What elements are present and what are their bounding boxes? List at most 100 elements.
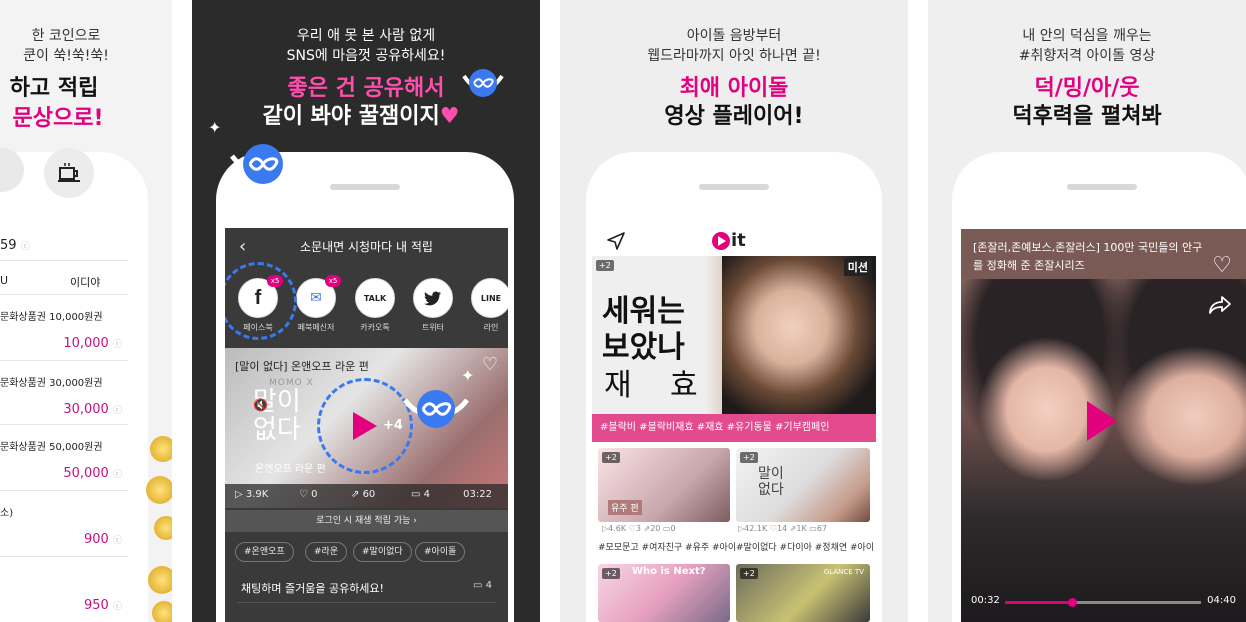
sparkle-icon: ✦: [208, 118, 222, 137]
share-count[interactable]: ⇗ 60: [351, 489, 375, 500]
time-total: 04:40: [1207, 595, 1236, 606]
time-current: 00:32: [971, 595, 1000, 606]
caption-line1: 우리 애 못 본 사람 없게: [296, 28, 436, 44]
like-icon[interactable]: ♡: [482, 354, 498, 375]
video-thumbnail[interactable]: +2 말이 없다: [736, 448, 870, 522]
caption-line2: #취향저격 아이돌 영상: [1018, 48, 1156, 64]
hashtag-chip[interactable]: #말이없다: [353, 542, 412, 562]
gift-item-amount[interactable]: 50,000 ⓒ: [63, 466, 122, 481]
video-thumbnail[interactable]: +2 GLANCE TV: [736, 564, 870, 622]
caption-line2: 쿤이 쑥!쑥!쑥!: [23, 48, 109, 64]
video-thumbnail[interactable]: +2 유주 편: [598, 448, 730, 522]
thumb-label: 유주 편: [608, 500, 642, 515]
like-icon[interactable]: ♡: [1212, 253, 1232, 278]
column-header[interactable]: 이디야: [70, 274, 100, 290]
video-card[interactable]: [말이 없다] 온앤오프 라운 편 ♡ MOMO X 말이 없다 온앤오프 라운…: [225, 348, 508, 508]
play-icon[interactable]: [353, 412, 377, 440]
thumb-label: 말이 없다: [758, 466, 784, 498]
mission-badge[interactable]: 미션: [843, 258, 872, 276]
hashtag-chip[interactable]: #라운: [305, 542, 348, 562]
share-screen: ‹ 소문내면 시청마다 내 적립 f x5 페이스북 ✉ x5 페북메신저 TA…: [225, 228, 508, 622]
cafe-icon[interactable]: [0, 148, 24, 192]
line-share-icon[interactable]: LINE: [471, 278, 508, 318]
chat-prompt[interactable]: 채팅하며 즐거움을 공유하세요!: [241, 580, 384, 596]
app-store-screenshots: 한 코인으로 쿤이 쑥!쑥!쑥! 하고 적립 문상으로! 59 ⓒ U 이디야 …: [0, 0, 1246, 622]
progress-track[interactable]: [1005, 598, 1201, 607]
fullscreen-video[interactable]: [존잘러,존예보스,존잘러스] 100만 국민들의 안구를 정화해 준 존잘시리…: [961, 229, 1246, 622]
coin-balance: 59 ⓒ: [0, 238, 30, 253]
coffee-icon[interactable]: [44, 148, 94, 198]
player-screen: it +2 미션 세워는 보았나 재 효 #블락비 #블락비재효 #재효 #유기…: [592, 226, 876, 622]
headline2: 문상으로!: [12, 106, 104, 131]
caption-line1: 한 코인으로: [31, 28, 101, 44]
gift-item-name[interactable]: 소): [0, 504, 13, 519]
featured-video[interactable]: +2 미션 세워는 보았나 재 효: [592, 256, 876, 414]
share-icon[interactable]: [1208, 295, 1232, 319]
screen-title: 소문내면 시청마다 내 적립: [300, 240, 433, 254]
caption-line2: SNS에 마음껏 공유하세요!: [286, 48, 446, 64]
headline1: 최애 아이돌: [679, 76, 789, 101]
share-label: 페북메신저: [297, 323, 335, 332]
gift-item-name[interactable]: 문화상품권 10,000원권: [0, 308, 103, 323]
thumb-stats: ▷4.6K ♡3 ⇗20 ▭0: [602, 524, 676, 533]
headline2: 덕후력을 펼쳐봐: [1012, 104, 1162, 129]
headline2: 영상 플레이어!: [664, 104, 804, 129]
overlay-text: 말이 없다: [253, 387, 301, 445]
headline2: 같이 봐야 꿀잼이지♥: [262, 104, 460, 129]
thumb-title: Who is Next?: [632, 566, 706, 577]
share-multiplier-badge: x5: [325, 275, 341, 287]
stats-row: ▷ 3.9K ♡ 0 ⇗ 60 ▭ 4 03:22: [225, 484, 508, 508]
feature-hashtags[interactable]: #블락비 #블락비재효 #재효 #유기동물 #기부캠페인: [592, 414, 876, 442]
thumb-tags[interactable]: #말이없다 #다이아 #정채연 #아이: [736, 540, 874, 553]
speaker: [330, 184, 400, 190]
caption-line1: 내 안의 덕심을 깨우는: [1022, 28, 1152, 44]
hashtag-chip[interactable]: #아이돌: [415, 542, 466, 562]
gift-item-amount[interactable]: 30,000 ⓒ: [63, 402, 122, 417]
plus-badge: +2: [740, 452, 758, 463]
feature-line4: 효: [670, 368, 698, 403]
thumb-stats: ▷42.1K ♡14 ⇗1K ▭67: [738, 524, 828, 533]
video-title: [말이 없다] 온앤오프 라운 편: [235, 360, 369, 373]
play-count: ▷ 3.9K: [235, 489, 269, 500]
play-icon[interactable]: [1087, 401, 1117, 441]
sparkle-icon: ✦: [461, 366, 475, 385]
duration: 03:22: [463, 489, 492, 500]
gift-item-amount[interactable]: 950 ⓒ: [84, 598, 122, 613]
caption-line1: 아이돌 음방부터: [686, 28, 782, 44]
hashtag-chip[interactable]: #온앤오프: [235, 542, 294, 562]
infinity-wing-icon: [458, 64, 508, 102]
like-count[interactable]: ♡ 0: [299, 489, 318, 500]
feature-image: [722, 256, 876, 414]
comment-count[interactable]: ▭ 4: [411, 489, 430, 500]
mute-icon[interactable]: 🔇: [253, 398, 268, 412]
plus-badge: +2: [596, 260, 614, 271]
login-notice[interactable]: 로그인 시 재생 적립 가능 ›: [225, 510, 508, 532]
share-label: 라인: [483, 323, 499, 332]
app-logo: it: [712, 230, 746, 251]
twitter-share-icon[interactable]: [413, 278, 453, 318]
speaker: [1067, 184, 1137, 190]
chat-count: ▭ 4: [472, 580, 492, 591]
gift-item-name[interactable]: 문화상품권 50,000원권: [0, 438, 103, 453]
divider: [237, 602, 496, 603]
gift-item-amount[interactable]: 10,000 ⓒ: [63, 336, 122, 351]
infinity-wing-icon: [401, 384, 471, 434]
video-thumbnail[interactable]: +2 Who is Next?: [598, 564, 730, 622]
navigate-icon[interactable]: [606, 232, 626, 254]
panel-coins: 한 코인으로 쿤이 쑥!쑥!쑥! 하고 적립 문상으로! 59 ⓒ U 이디야 …: [0, 0, 172, 622]
progress-fill: [1005, 601, 1072, 604]
plus-badge: +2: [602, 452, 620, 463]
headline1: 덕/밍/아/웃: [1034, 76, 1140, 101]
plus-badge: +2: [740, 568, 758, 579]
thumb-tags[interactable]: #모모문고 #여자친구 #유주 #아이: [598, 540, 736, 553]
video-title: [존잘러,존예보스,존잘러스] 100만 국민들의 안구를 정화해 준 존잘시리…: [973, 241, 1203, 272]
gift-item-amount[interactable]: 900 ⓒ: [84, 532, 122, 547]
column-header[interactable]: U: [0, 274, 8, 287]
kakaotalk-share-icon[interactable]: TALK: [355, 278, 395, 318]
feature-line3: 재: [604, 368, 632, 403]
phone-frame: 59 ⓒ U 이디야 문화상품권 10,000원권 10,000 ⓒ 문화상품권…: [0, 148, 148, 622]
speaker: [699, 184, 769, 190]
plus-badge: +2: [602, 568, 620, 579]
gift-item-name[interactable]: 문화상품권 30,000원권: [0, 374, 103, 389]
progress-handle[interactable]: [1067, 598, 1077, 607]
